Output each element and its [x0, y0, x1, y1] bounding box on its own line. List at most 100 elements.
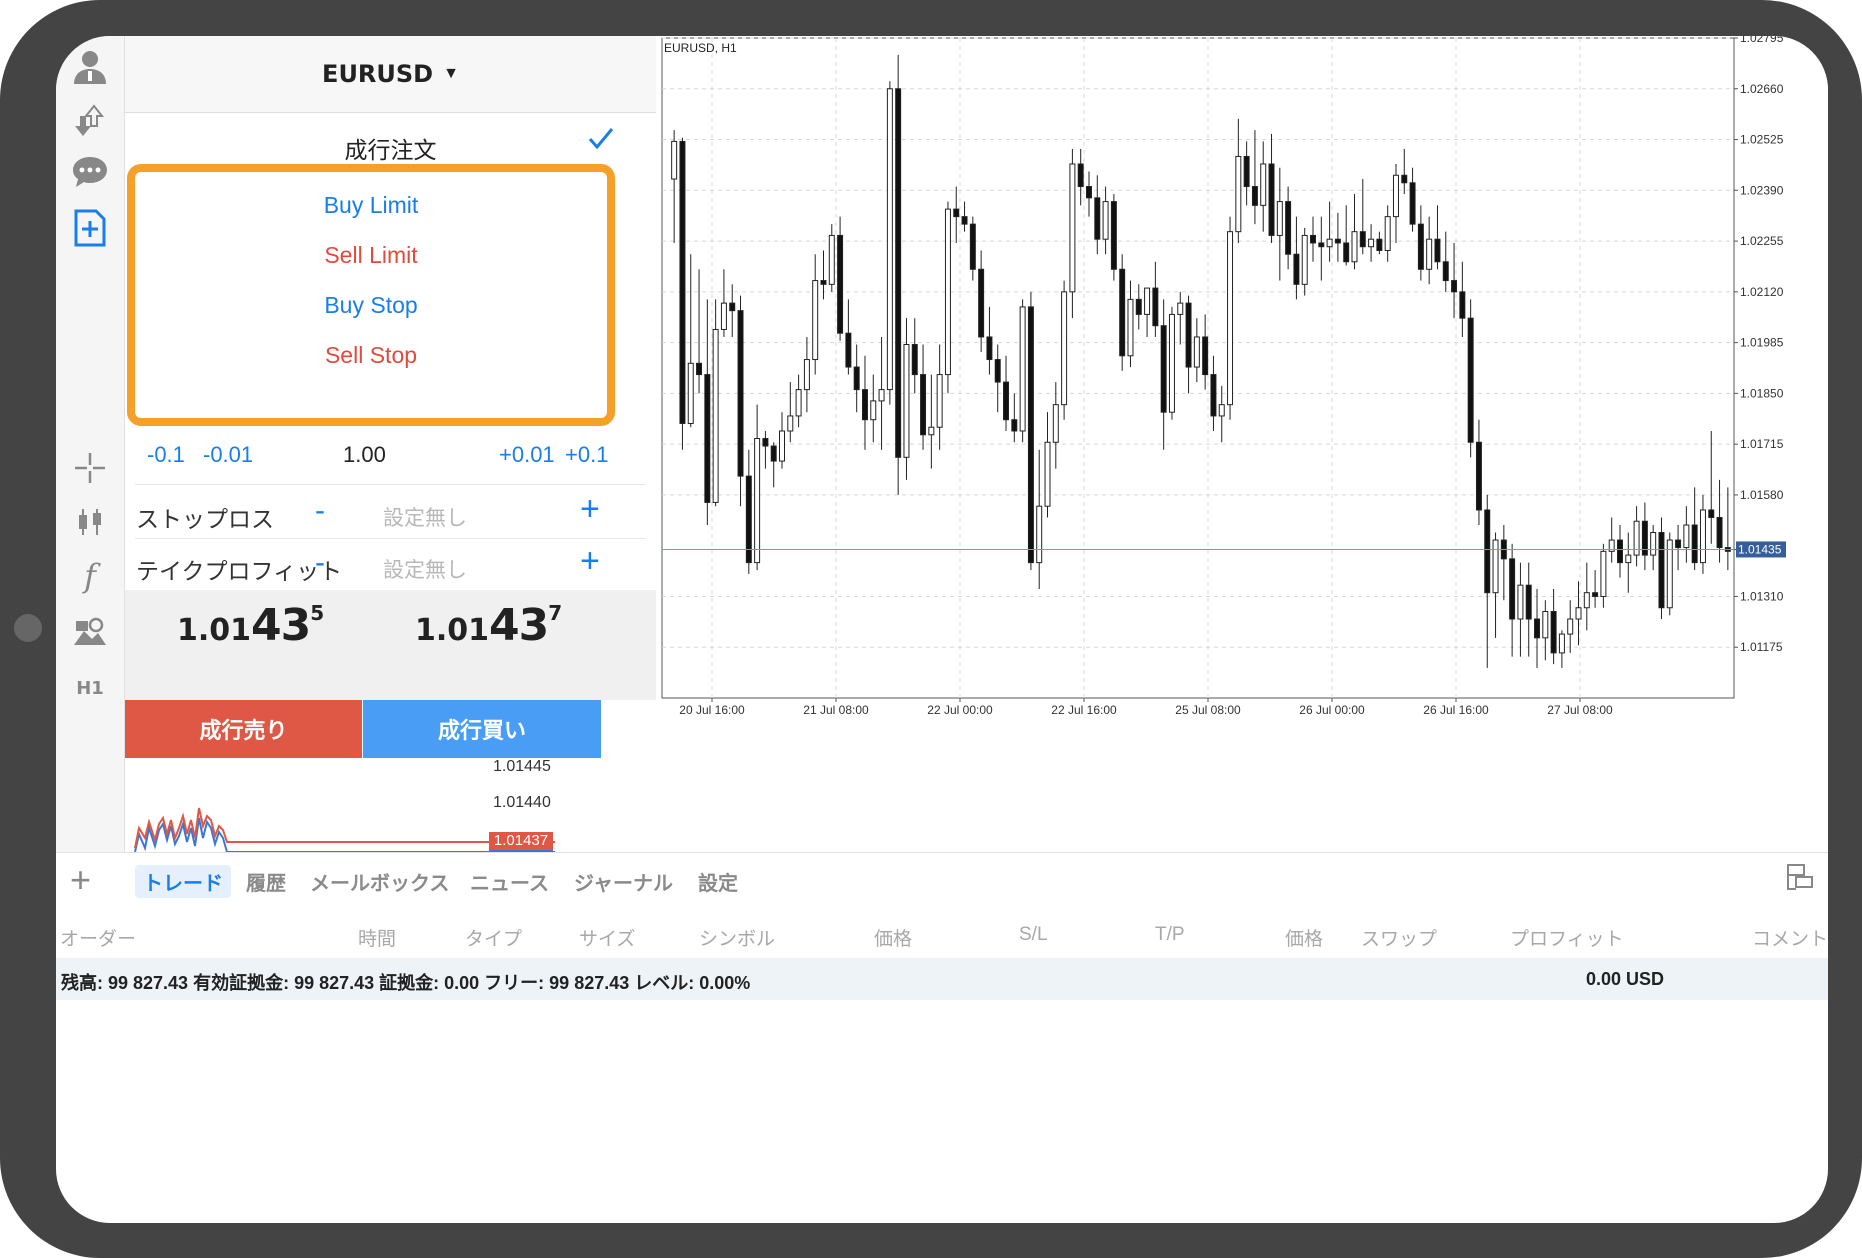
candle-body [1160, 325, 1167, 413]
candle-body [911, 343, 918, 376]
take-profit-row: テイクプロフィット - 設定無し + [125, 538, 656, 594]
candle-body [944, 208, 951, 376]
candle-body [1392, 174, 1399, 218]
candle-body [1285, 201, 1292, 255]
candle-body [1459, 291, 1466, 319]
candle-body [1699, 509, 1706, 564]
crosshair-icon[interactable] [68, 446, 112, 490]
candle-body [1235, 155, 1242, 233]
candle-body [795, 389, 802, 417]
candle-body [1177, 302, 1184, 315]
volume-inc-small-button[interactable]: +0.01 [499, 442, 555, 468]
objects-icon[interactable] [68, 610, 112, 654]
volume-inc-big-button[interactable]: +0.1 [565, 442, 608, 468]
take-profit-minus-button[interactable]: - [315, 546, 325, 580]
candle-body [1044, 441, 1051, 507]
candle-body [870, 400, 877, 421]
balance-total: 0.00 USD [1586, 969, 1665, 989]
stop-loss-value[interactable]: 設定無し [350, 502, 500, 532]
candle-body [1558, 633, 1565, 654]
candle-body [1019, 306, 1026, 432]
take-profit-label: テイクプロフィット [136, 558, 343, 584]
candle-body [1617, 539, 1623, 564]
y-tick-label: 1.02390 [1740, 183, 1784, 197]
new-order-icon[interactable] [68, 206, 112, 250]
candle-body [1011, 419, 1018, 432]
candle-body [1633, 520, 1640, 556]
y-tick-label: 1.02255 [1740, 234, 1784, 248]
balance-row: 残高: 99 827.43 有効証拠金: 99 827.43 証拠金: 0.00… [56, 958, 1828, 1000]
x-tick-label: 22 Jul 00:00 [927, 703, 993, 717]
candle-body [1027, 306, 1034, 564]
candle-body [1318, 242, 1325, 248]
ask-price-main: 43 [489, 600, 549, 651]
chart-type-icon[interactable] [68, 500, 112, 544]
col-size: サイズ [579, 929, 636, 950]
candle-body [1484, 509, 1491, 594]
take-profit-plus-button[interactable]: + [580, 542, 600, 581]
candle-body [1144, 287, 1151, 315]
candle-body [928, 426, 935, 436]
candle-body [1119, 268, 1126, 357]
take-profit-value[interactable]: 設定無し [350, 554, 500, 584]
y-tick-label: 1.02120 [1740, 285, 1784, 299]
candle-body [1475, 441, 1482, 511]
tab-trade[interactable]: トレード [135, 865, 231, 898]
tick-chart: 1.01445 1.01440 1.01437 [125, 758, 656, 853]
tab-settings[interactable]: 設定 [698, 867, 738, 896]
candle-body [1036, 505, 1043, 564]
tab-mailbox[interactable]: メールボックス [310, 867, 449, 896]
candle-body [787, 415, 794, 432]
tab-history[interactable]: 履歴 [246, 867, 286, 896]
x-tick-label: 27 Jul 08:00 [1547, 703, 1613, 717]
chat-icon[interactable] [68, 150, 112, 194]
market-sell-button[interactable]: 成行売り [125, 700, 362, 758]
candle-body [1509, 558, 1516, 620]
tab-journal[interactable]: ジャーナル [574, 867, 673, 896]
candle-body [994, 359, 1001, 383]
candle-body [1384, 216, 1391, 251]
candlestick-chart[interactable]: 1.02795 1.02660 1.02525 1.02390 1.02255 1.021… [656, 36, 1828, 852]
candle-body [679, 140, 686, 424]
candle-body [1061, 291, 1068, 406]
candle-body [1600, 550, 1607, 597]
price-chart[interactable]: 1.02795 1.02660 1.02525 1.02390 1.02255 1.021… [656, 36, 1828, 852]
stop-loss-plus-button[interactable]: + [580, 490, 600, 529]
candle-body [1202, 336, 1209, 376]
candle-body [1110, 201, 1117, 270]
volume-dec-big-button[interactable]: -0.1 [147, 442, 185, 468]
layout-toggle-icon[interactable] [1786, 863, 1816, 900]
candle-body [1168, 313, 1175, 413]
candle-body [837, 234, 844, 334]
col-comment: コメント [1752, 929, 1828, 950]
candle-body [1683, 524, 1690, 549]
tab-news[interactable]: ニュース [470, 867, 549, 896]
col-symbol: シンボル [699, 929, 776, 950]
account-icon[interactable] [68, 44, 112, 88]
tick-level-2: 1.01440 [493, 794, 551, 811]
tick-level-1: 1.01445 [493, 758, 551, 775]
candle-body [1301, 234, 1308, 285]
symbol-selector[interactable]: EURUSD ▼ [125, 36, 656, 113]
market-buy-button[interactable]: 成行買い [363, 700, 601, 758]
volume-dec-small-button[interactable]: -0.01 [203, 442, 253, 468]
col-sl: S/L [1019, 924, 1048, 945]
add-icon[interactable]: + [70, 859, 91, 901]
order-type-sell-stop[interactable]: Sell Stop [135, 326, 607, 384]
candle-body [1525, 584, 1532, 620]
candle-body [1086, 186, 1092, 199]
chart-title: EURUSD, H1 [664, 41, 737, 55]
stop-loss-minus-button[interactable]: - [315, 494, 325, 528]
candle-body [712, 328, 719, 503]
candle-body [1625, 554, 1632, 564]
terminal-tabbar: + トレード 履歴 メールボックス ニュース ジャーナル 設定 [56, 852, 1828, 913]
timeframe-label[interactable]: H1 [68, 666, 112, 710]
ask-price-prefix: 1.01 [415, 613, 490, 648]
orders-table-header: オーダー 時間 タイプ サイズ シンボル 価格 S/L T/P 価格 スワップ … [56, 912, 1828, 958]
x-tick-label: 21 Jul 08:00 [803, 703, 869, 717]
indicators-icon[interactable]: f [68, 554, 112, 598]
candle-body [820, 280, 827, 285]
candle-body [1592, 592, 1599, 597]
trade-arrows-icon[interactable] [68, 98, 112, 142]
volume-value[interactable]: 1.00 [343, 442, 386, 468]
